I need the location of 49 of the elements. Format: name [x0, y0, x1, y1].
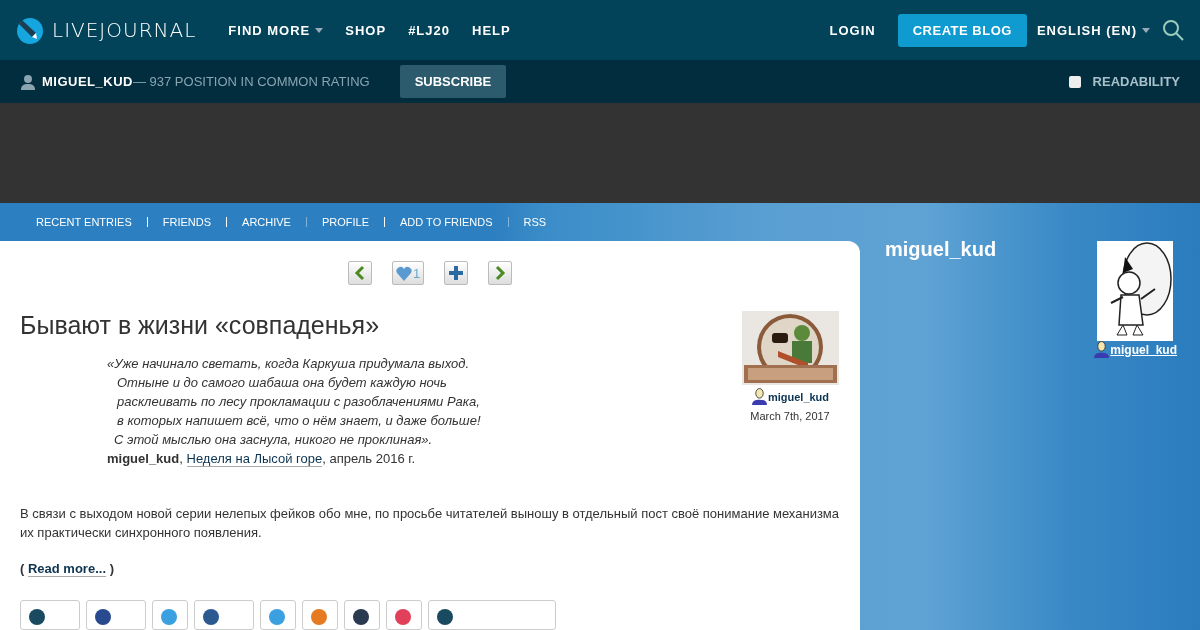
language-selector[interactable]: ENGLISH (EN)	[1036, 22, 1150, 38]
entry-date: March 7th, 2017	[750, 410, 830, 422]
username-link[interactable]: MIGUEL_KUD	[42, 74, 133, 89]
journal-nav-link[interactable]: FRIENDS	[162, 216, 212, 228]
previous-button[interactable]	[347, 261, 372, 285]
readability-checkbox[interactable]	[1068, 75, 1081, 88]
read-more-text: ( Read more... )	[20, 561, 115, 576]
heart-icon	[395, 265, 412, 281]
nav-link[interactable]: #LJ20	[408, 22, 450, 38]
quote-line: С этой мыслью она заснула, никого не проклиная».	[113, 431, 434, 449]
chevron-left-icon	[352, 265, 367, 281]
entry-body: В связи с выходом новой серии нелепых фейков обо мне, по просьбе читателей выношу в отдельный пост своё понимание механизма их практически синхронного появления.	[20, 505, 840, 542]
journal-name: miguel_kud	[885, 238, 997, 262]
next-button[interactable]	[488, 261, 513, 285]
subscribe-button[interactable]: SUBSCRIBE	[399, 65, 507, 98]
share-button[interactable]	[194, 600, 254, 630]
logo-icon[interactable]	[16, 16, 44, 44]
journal-nav-link[interactable]: RSS	[523, 216, 547, 228]
quote-line: в которых напишет всё, что о нём знает, и даже больше!	[116, 412, 481, 430]
read-more-link[interactable]: Read more...	[27, 561, 106, 577]
login-link[interactable]: LOGIN	[829, 22, 876, 38]
user-link[interactable]: miguel_kud	[1093, 341, 1177, 358]
nav-link[interactable]: SHOP	[345, 22, 387, 38]
user-icon	[750, 388, 768, 405]
user-icon	[1093, 341, 1111, 358]
quote-line: расклеивать по лесу прокламации с разоблачениями Рака,	[115, 393, 481, 411]
journal-nav-link[interactable]: ADD TO FRIENDS	[400, 216, 493, 228]
quote-source: miguel_kud, Неделя на Лысой горе, апрель 2016 г.	[107, 450, 417, 468]
share-button[interactable]	[344, 600, 380, 630]
rating-text: — 937 POSITION IN COMMON RATING	[132, 74, 370, 89]
search-icon[interactable]	[1162, 19, 1184, 41]
logo-text[interactable]: LIVEJOURNAL	[52, 18, 197, 42]
user-icon	[20, 73, 36, 90]
share-button[interactable]	[428, 600, 556, 630]
share-button[interactable]	[20, 600, 80, 630]
poster-link[interactable]: miguel_kud	[750, 388, 830, 405]
entry-title: Бывают в жизни «совпаденья»	[20, 311, 381, 340]
quote-line: Отныне и до самого шабаша она будет каждую ночь	[116, 374, 448, 392]
nav-link[interactable]: HELP	[472, 22, 511, 38]
share-button[interactable]	[86, 600, 146, 630]
plus-icon	[448, 265, 465, 281]
quote-line: «Уже начинало светать, когда Каркуша придумала выход.	[107, 355, 471, 373]
journal-nav-link[interactable]: ARCHIVE	[242, 216, 291, 228]
journal-nav-link[interactable]: RECENT ENTRIES	[36, 216, 132, 228]
add-button[interactable]	[444, 261, 469, 285]
nav-link[interactable]: FIND MORE	[228, 22, 324, 38]
journal-nav-link[interactable]: PROFILE	[321, 216, 370, 228]
chevron-right-icon	[493, 265, 508, 281]
readability-label: READABILITY	[1092, 74, 1180, 89]
